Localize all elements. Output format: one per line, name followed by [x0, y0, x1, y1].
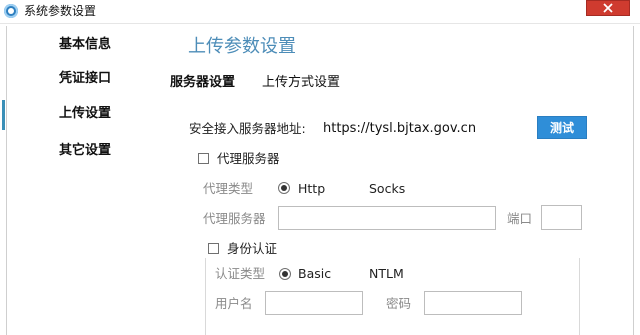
window-title: 系统参数设置: [24, 4, 97, 18]
password-input[interactable]: [424, 291, 522, 315]
proxy-type-label: 代理类型: [203, 181, 254, 196]
server-address-label: 安全接入服务器地址:: [189, 121, 306, 136]
sidebar-item-upload-settings[interactable]: 上传设置: [40, 104, 130, 124]
page-title: 上传参数设置: [188, 36, 296, 57]
tab-server-settings[interactable]: 服务器设置: [170, 74, 235, 92]
proxy-port-label: 端口: [507, 211, 533, 226]
auth-type-label: 认证类型: [215, 266, 266, 281]
close-button[interactable]: [586, 0, 630, 16]
auth-type-basic-radio[interactable]: [279, 268, 291, 280]
auth-type-ntlm-label[interactable]: NTLM: [369, 266, 404, 282]
app-icon: [4, 4, 18, 18]
server-address-input[interactable]: [318, 116, 530, 140]
proxy-server-label: 代理服务器: [203, 211, 266, 226]
proxy-checkbox-label: 代理服务器: [217, 151, 280, 166]
tab-upload-method-settings[interactable]: 上传方式设置: [262, 74, 340, 92]
close-icon: [603, 3, 613, 13]
proxy-type-socks-label[interactable]: Socks: [369, 181, 405, 197]
test-button[interactable]: 测试: [537, 116, 587, 139]
proxy-type-http-label: Http: [298, 181, 326, 196]
auth-checkbox[interactable]: [208, 243, 219, 254]
frame-border-left: [6, 26, 7, 335]
sidebar-item-basic-info[interactable]: 基本信息: [40, 35, 130, 55]
proxy-port-input[interactable]: [541, 205, 582, 230]
frame-border-right: [633, 26, 634, 335]
password-label: 密码: [386, 296, 412, 311]
username-label: 用户名: [215, 296, 253, 311]
proxy-server-input[interactable]: [278, 206, 496, 230]
title-bar: 系统参数设置: [0, 0, 640, 24]
sidebar-item-other-settings[interactable]: 其它设置: [40, 141, 130, 161]
proxy-checkbox[interactable]: [198, 153, 209, 164]
username-input[interactable]: [265, 291, 363, 315]
sidebar-item-voucher-interface[interactable]: 凭证接口: [40, 69, 130, 89]
auth-checkbox-label: 身份认证: [227, 241, 278, 256]
auth-type-basic-label: Basic: [298, 266, 332, 281]
sidebar-active-indicator: [2, 100, 5, 130]
proxy-type-http-radio[interactable]: [278, 182, 290, 194]
